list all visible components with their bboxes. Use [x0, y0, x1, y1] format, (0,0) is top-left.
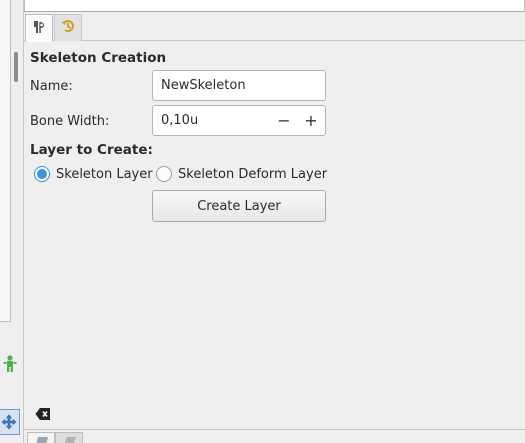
bottom-toolbar — [24, 405, 525, 429]
skeleton-deform-layer-radio-indicator[interactable] — [156, 166, 172, 182]
bone-width-value: 0,10u — [161, 113, 199, 128]
clear-backspace-icon[interactable] — [35, 407, 51, 425]
bone-width-decrement-button[interactable]: − — [271, 106, 297, 135]
skeleton-deform-layer-radio-label: Skeleton Deform Layer — [178, 166, 328, 182]
splitter-handle[interactable] — [14, 52, 18, 82]
bone-width-spinbox[interactable]: 0,10u − + — [152, 105, 326, 136]
left-panel-frame — [0, 0, 11, 322]
bone-width-label: Bone Width: — [30, 114, 110, 129]
name-value: NewSkeleton — [161, 78, 246, 93]
layer-to-create-title: Layer to Create: — [30, 142, 153, 158]
bottom-tab-library[interactable] — [55, 432, 83, 443]
skeleton-params-panel: Skeleton Creation Name: NewSkeleton Bone… — [24, 41, 525, 405]
skeleton-creation-title: Skeleton Creation — [30, 50, 167, 66]
history-icon — [60, 18, 76, 38]
name-field[interactable]: NewSkeleton — [152, 70, 326, 101]
bottom-tab-layers[interactable] — [27, 432, 55, 443]
name-label: Name: — [30, 79, 73, 94]
left-toolbar-strip — [0, 0, 24, 443]
tab-params[interactable] — [25, 14, 53, 42]
create-layer-button[interactable]: Create Layer — [152, 190, 326, 222]
bone-width-increment-button[interactable]: + — [298, 106, 324, 135]
panel-tab-bar — [24, 13, 525, 42]
top-input-strip — [24, 0, 525, 12]
params-icon — [31, 19, 47, 39]
transform-tool-button[interactable] — [0, 409, 20, 435]
skeleton-layer-radio-label: Skeleton Layer — [56, 166, 153, 182]
skeleton-figure-icon[interactable] — [2, 355, 18, 373]
skeleton-layer-radio-indicator[interactable] — [34, 166, 50, 182]
tab-history[interactable] — [54, 14, 82, 41]
bottom-tab-bar — [24, 429, 525, 443]
skeleton-deform-layer-radio[interactable]: Skeleton Deform Layer — [156, 166, 327, 182]
skeleton-layer-radio[interactable]: Skeleton Layer — [34, 166, 153, 182]
